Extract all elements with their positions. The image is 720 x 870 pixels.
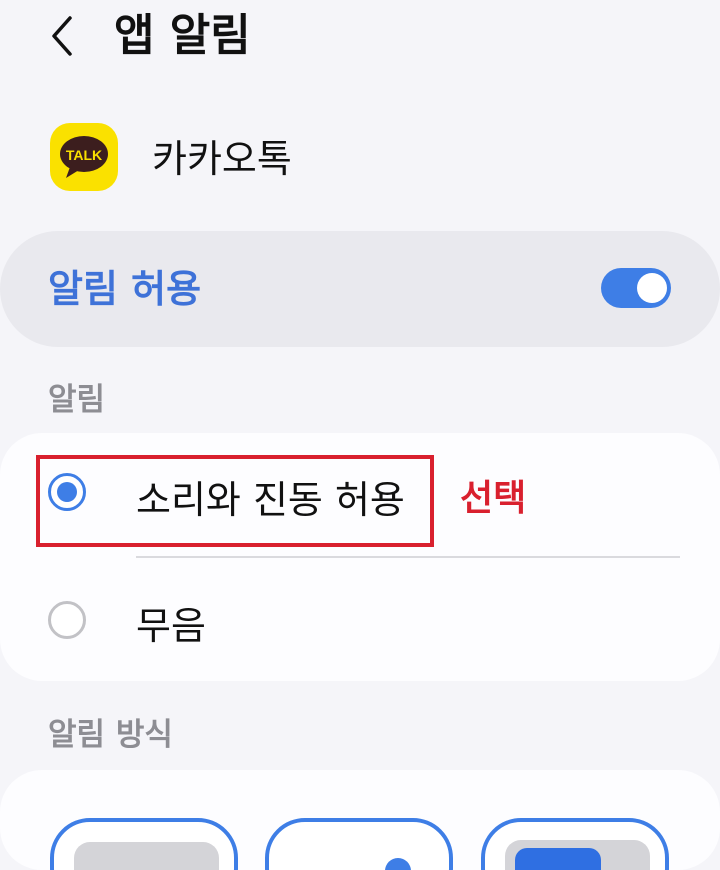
- chevron-left-icon: [52, 16, 72, 56]
- toggle-knob: [637, 273, 667, 303]
- app-icon-text: TALK: [66, 147, 102, 163]
- notification-style-section-label: 알림 방식: [48, 717, 173, 753]
- allow-notifications-row[interactable]: 알림 허용: [0, 231, 720, 347]
- style-preview: [74, 842, 219, 870]
- app-name: 카카오톡: [152, 137, 292, 181]
- notifications-section-label: 알림: [48, 382, 106, 418]
- style-preview-dot: [385, 858, 411, 870]
- radio-selected-icon[interactable]: [48, 473, 86, 511]
- style-option-brief[interactable]: [50, 818, 238, 870]
- kakaotalk-app-icon: TALK: [50, 123, 118, 191]
- option-label: 무음: [136, 604, 206, 648]
- radio-unselected-icon[interactable]: [48, 601, 86, 639]
- notification-style-card: [0, 770, 720, 870]
- header: 앱 알림: [0, 0, 720, 80]
- option-label: 소리와 진동 허용: [136, 478, 405, 522]
- allow-notifications-label: 알림 허용: [48, 267, 202, 311]
- style-option-detailed[interactable]: [481, 818, 669, 870]
- style-preview: [505, 840, 650, 870]
- option-silent[interactable]: 무음: [0, 563, 720, 681]
- annotation-label: 선택: [460, 478, 527, 519]
- app-info-row: TALK 카카오톡: [0, 116, 720, 206]
- style-option-dot[interactable]: [265, 818, 453, 870]
- option-sound-vibration[interactable]: 소리와 진동 허용: [0, 433, 720, 558]
- allow-notifications-toggle[interactable]: [601, 268, 671, 308]
- notification-options-card: 소리와 진동 허용 무음: [0, 433, 720, 681]
- page-title: 앱 알림: [114, 10, 251, 61]
- back-button[interactable]: [40, 10, 90, 62]
- divider: [136, 556, 680, 558]
